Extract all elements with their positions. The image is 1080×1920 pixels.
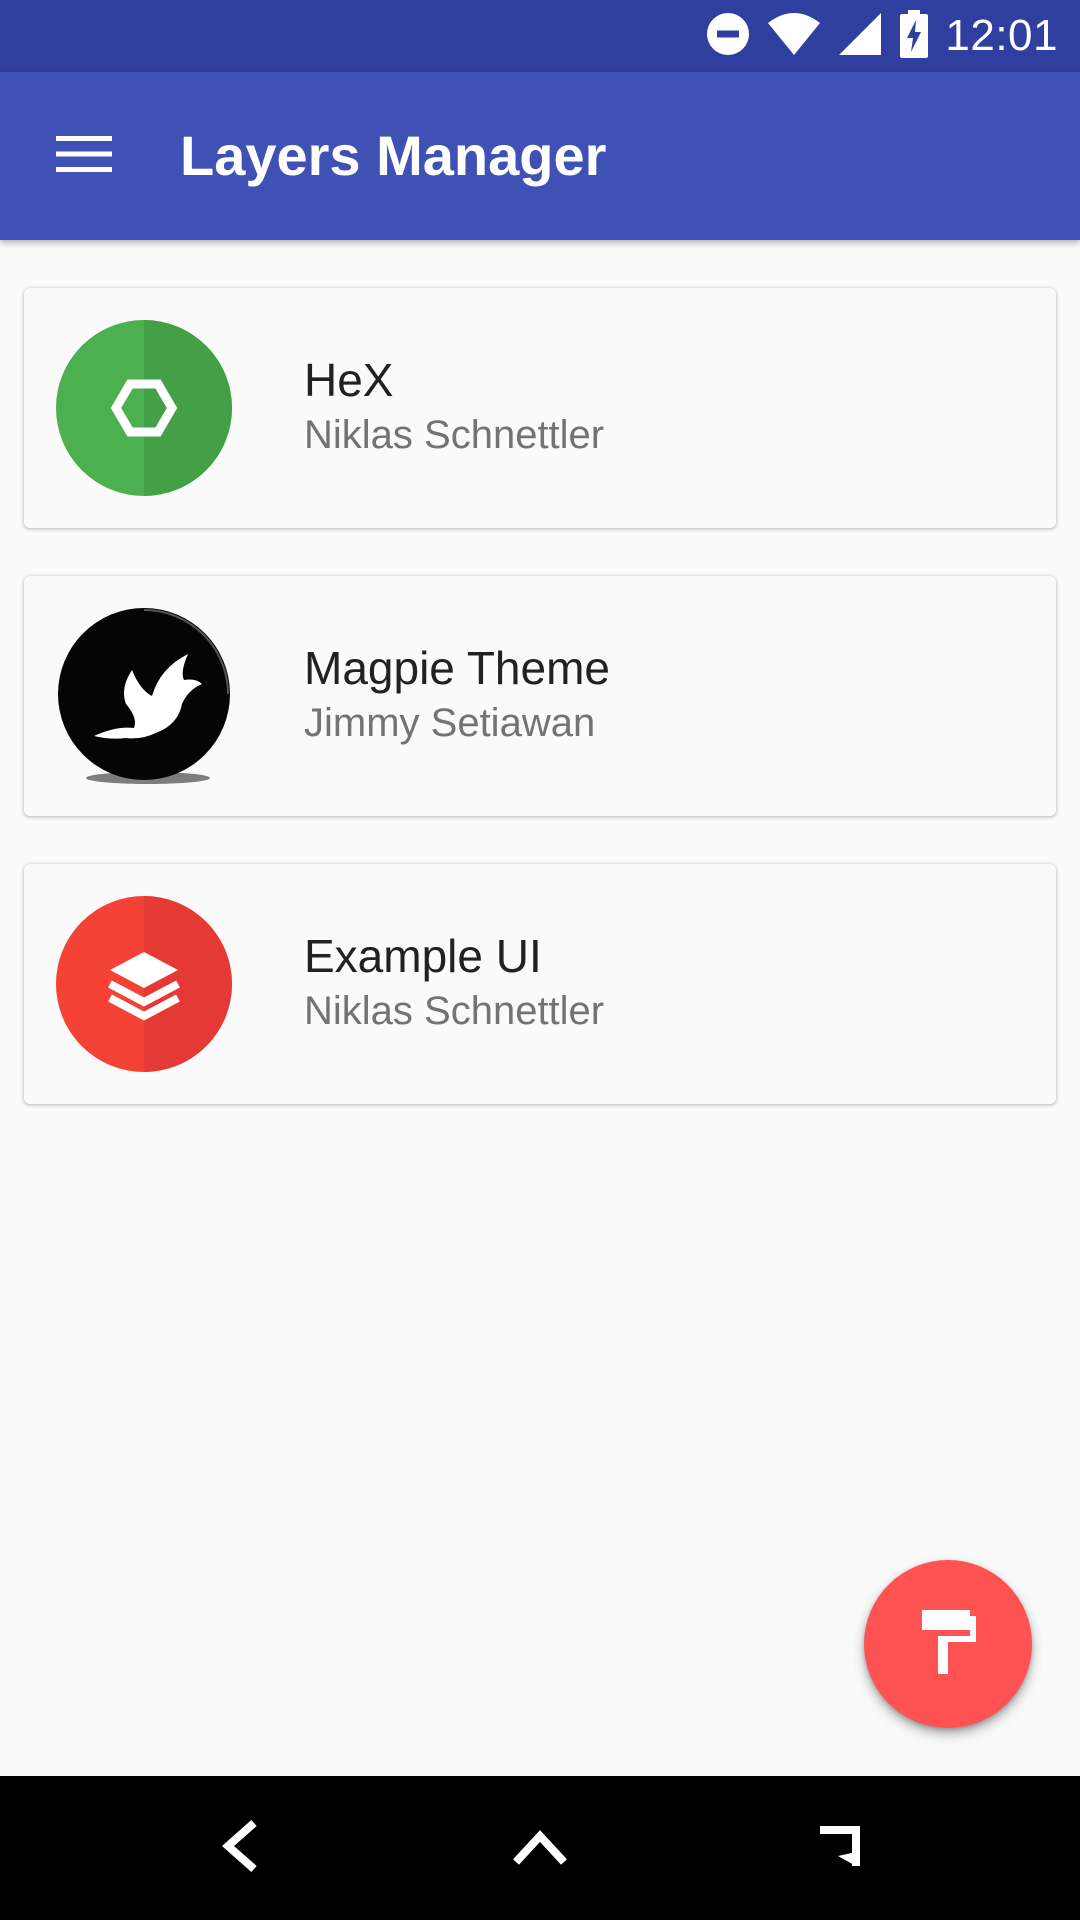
layers-icon (56, 896, 232, 1072)
theme-card-hex[interactable]: HeX Niklas Schnettler (24, 288, 1056, 528)
menu-button[interactable] (40, 112, 128, 200)
paint-roller-icon (916, 1606, 980, 1683)
theme-title: Example UI (304, 930, 542, 982)
status-icons: 12:01 (705, 0, 1058, 72)
wifi-icon (767, 11, 821, 62)
theme-card-magpie[interactable]: Magpie Theme Jimmy Setiawan (24, 576, 1056, 816)
app-bar: Layers Manager (0, 72, 1080, 240)
back-icon (216, 1819, 264, 1878)
bird-icon (56, 608, 232, 784)
recents-button[interactable] (792, 1800, 888, 1896)
theme-title: Magpie Theme (304, 642, 610, 694)
navigation-bar (0, 1776, 1080, 1920)
theme-author: Niklas Schnettler (304, 413, 605, 457)
theme-card-example-ui[interactable]: Example UI Niklas Schnettler (24, 864, 1056, 1104)
theme-author: Jimmy Setiawan (304, 701, 596, 745)
recents-icon (816, 1822, 864, 1875)
page-title: Layers Manager (180, 124, 607, 187)
cell-signal-icon (837, 11, 883, 62)
hexagon-icon (56, 320, 232, 496)
menu-icon (56, 134, 112, 179)
theme-title: HeX (304, 354, 394, 406)
back-button[interactable] (192, 1800, 288, 1896)
status-bar: 12:01 (0, 0, 1080, 72)
battery-charging-icon (899, 9, 929, 63)
apply-theme-fab[interactable] (864, 1560, 1032, 1728)
status-time: 12:01 (945, 11, 1058, 60)
home-button[interactable] (492, 1800, 588, 1896)
home-icon (512, 1826, 568, 1871)
do-not-disturb-icon (705, 11, 751, 62)
theme-author: Niklas Schnettler (304, 989, 605, 1033)
